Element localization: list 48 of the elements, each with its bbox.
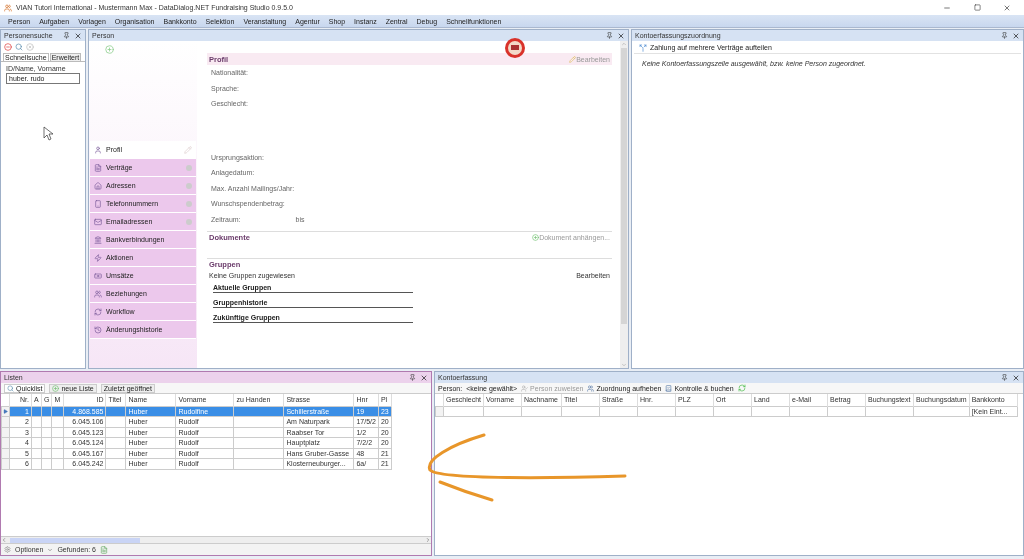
clear-icon[interactable] [26,43,34,51]
app-logo-icon [4,3,12,12]
pin-icon[interactable] [63,32,70,39]
pin-icon[interactable] [1001,374,1008,381]
pencil-icon [569,55,577,63]
add-icon [532,234,540,241]
pin-icon[interactable] [1001,32,1008,39]
envelope-icon [94,217,102,226]
dot-icon [186,164,192,171]
document-icon [94,163,102,172]
house-icon [94,181,102,190]
banknote-icon [94,271,102,280]
export-icon [99,545,108,554]
bank-icon [94,235,102,244]
people-icon [587,384,595,392]
maximize-icon[interactable] [973,4,981,11]
mouse-pointer-icon [43,126,54,141]
close-icon[interactable] [1003,3,1011,12]
search-icon [7,384,14,392]
pin-icon[interactable] [409,374,416,381]
pencil-icon [184,145,192,154]
people-icon [94,289,102,298]
phone-icon [94,199,102,208]
search-icon[interactable] [15,43,23,51]
add-icon[interactable] [105,45,114,54]
pin-icon[interactable] [606,32,613,39]
close-icon[interactable] [420,373,428,382]
close-icon[interactable] [1012,31,1020,40]
record-indicator-icon [505,38,525,58]
dropdown-icon [47,546,54,553]
close-icon[interactable] [1012,373,1020,382]
row-pointer-icon [3,408,8,414]
dot-icon [186,182,192,189]
person-icon [521,384,529,392]
close-icon[interactable] [617,31,625,40]
history-icon [94,325,102,334]
person-icon [94,145,102,154]
dot-icon [186,218,192,225]
refresh-icon [94,307,102,316]
add-icon [52,384,60,392]
close-icon[interactable] [74,31,82,40]
split-icon [639,43,647,52]
remove-icon[interactable] [4,43,12,51]
scroll-right-icon[interactable] [425,537,431,543]
lightning-icon [94,253,102,262]
dot-icon [186,200,192,207]
refresh-icon [737,384,746,392]
scroll-left-icon[interactable] [1,537,7,543]
